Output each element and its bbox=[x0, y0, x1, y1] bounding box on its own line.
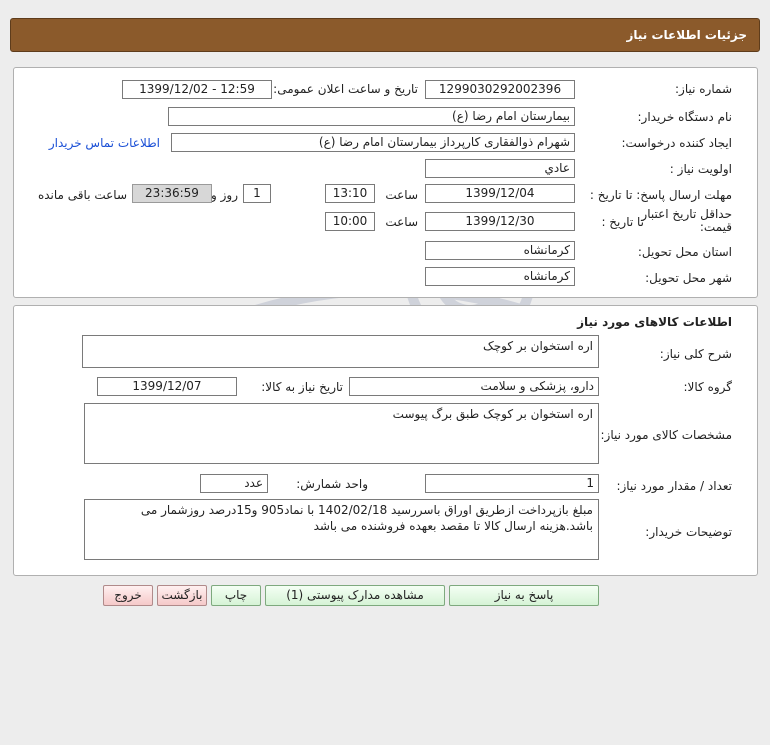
price-validity-time-field: 10:00 bbox=[325, 212, 375, 231]
unit-field: عدد bbox=[200, 474, 268, 493]
delivery-city-field: کرمانشاه bbox=[425, 267, 575, 286]
days-label: روز و bbox=[211, 188, 238, 202]
requester-field: شهرام ذوالفقاری کارپرداز بیمارستان امام … bbox=[171, 133, 575, 152]
goods-group-label: گروه کالا: bbox=[683, 380, 733, 394]
remaining-time-field: 23:36:59 bbox=[132, 184, 212, 203]
remaining-time-label: ساعت باقی مانده bbox=[37, 188, 127, 202]
deadline-time-field: 13:10 bbox=[325, 184, 375, 203]
need-info-panel bbox=[13, 67, 758, 298]
need-number-field: 1299030292002396 bbox=[425, 80, 575, 99]
delivery-city-label: شهر محل تحویل: bbox=[645, 271, 732, 285]
priority-field: عادي bbox=[425, 159, 575, 178]
goods-section-title: اطلاعات کالاهای مورد نیاز bbox=[577, 315, 732, 329]
quantity-field: 1 bbox=[425, 474, 599, 493]
buyer-org-field: بیمارستان امام رضا (ع) bbox=[168, 107, 575, 126]
unit-label: واحد شمارش: bbox=[296, 477, 368, 491]
days-remaining-field: 1 bbox=[243, 184, 271, 203]
priority-label: اولویت نیاز : bbox=[669, 162, 732, 176]
delivery-province-label: استان محل تحویل: bbox=[637, 245, 732, 259]
need-date-label: تاریخ نیاز به کالا: bbox=[261, 380, 343, 394]
goods-specs-label: مشخصات کالای مورد نیاز: bbox=[600, 428, 732, 442]
announce-date-label: تاریخ و ساعت اعلان عمومی: bbox=[273, 82, 418, 96]
exit-button[interactable]: خروج bbox=[103, 585, 153, 606]
price-validity-to-label: تا تاریخ : bbox=[601, 215, 644, 229]
goods-group-field: دارو، پزشکی و سلامت bbox=[349, 377, 599, 396]
need-summary-field: اره استخوان بر کوچک bbox=[82, 335, 599, 368]
print-button[interactable]: چاپ bbox=[211, 585, 261, 606]
deadline-label: مهلت ارسال پاسخ: تا تاریخ : bbox=[589, 188, 732, 202]
price-validity-date-field: 1399/12/30 bbox=[425, 212, 575, 231]
attachments-button[interactable]: مشاهده مدارک پیوستی (1) bbox=[265, 585, 445, 606]
need-number-label: شماره نیاز: bbox=[675, 82, 732, 96]
page-header: جزئیات اطلاعات نیاز bbox=[10, 18, 760, 52]
reply-button[interactable]: پاسخ به نیاز bbox=[449, 585, 599, 606]
quantity-label: تعداد / مقدار مورد نیاز: bbox=[616, 479, 732, 493]
price-validity-time-label: ساعت bbox=[385, 215, 418, 229]
announce-date-field: 1399/12/02 - 12:59 bbox=[122, 80, 272, 99]
need-date-field: 1399/12/07 bbox=[97, 377, 237, 396]
deadline-time-label: ساعت bbox=[385, 188, 418, 202]
deadline-date-field: 1399/12/04 bbox=[425, 184, 575, 203]
buyer-org-label: نام دستگاه خریدار: bbox=[637, 110, 733, 124]
requester-label: ایجاد کننده درخواست: bbox=[621, 136, 732, 150]
goods-specs-field: اره استخوان بر کوچک طبق برگ پیوست bbox=[84, 403, 599, 464]
buyer-contact-link[interactable]: اطلاعات تماس خریدار bbox=[49, 136, 160, 150]
buyer-notes-label: توضیحات خریدار: bbox=[645, 525, 732, 539]
need-summary-label: شرح کلی نیاز: bbox=[659, 347, 732, 361]
back-button[interactable]: بازگشت bbox=[157, 585, 207, 606]
buyer-notes-field: مبلغ بازپرداخت ازطریق اوراق باسررسید 140… bbox=[84, 499, 599, 560]
page-title: جزئیات اطلاعات نیاز bbox=[626, 28, 747, 42]
delivery-province-field: کرمانشاه bbox=[425, 241, 575, 260]
